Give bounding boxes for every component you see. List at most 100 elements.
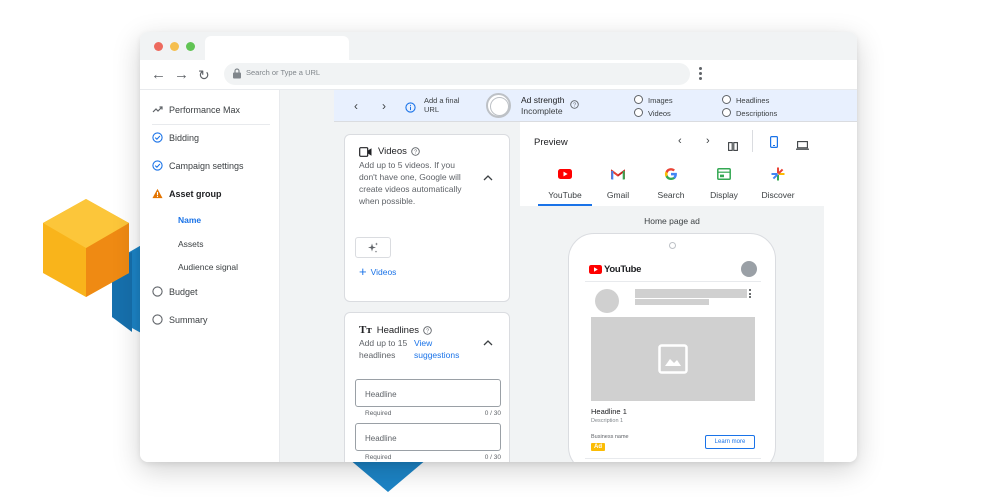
orange-hexagon-decoration (43, 199, 129, 297)
sidebar-item-label: Bidding (169, 132, 200, 143)
forward-arrow-icon[interactable]: → (174, 66, 189, 84)
browser-tab[interactable] (205, 36, 349, 60)
videos-title-text: Videos (378, 146, 407, 157)
tab-search[interactable]: Search (641, 166, 701, 200)
desktop-device-icon[interactable] (796, 137, 809, 155)
preview-canvas: Home page ad YouTube Headline 1 Descript… (520, 206, 824, 462)
chevron-right-icon[interactable]: › (382, 99, 386, 113)
ad-type-label: Home page ad (644, 216, 700, 226)
sidebar-item-label: Budget (169, 286, 198, 297)
close-window-dot[interactable] (154, 42, 163, 51)
tab-youtube[interactable]: YouTube (535, 166, 595, 200)
display-ad-icon (717, 168, 731, 180)
ad-strength-status: Incomplete (521, 106, 563, 116)
videos-card-description: Add up to 5 videos. If you don't have on… (359, 160, 462, 206)
add-videos-label: Videos (370, 267, 397, 277)
sidebar-subitem-name[interactable]: Name (178, 215, 201, 225)
chevron-left-icon[interactable]: ‹ (354, 99, 358, 113)
auto-video-button[interactable] (355, 237, 391, 258)
info-icon (405, 100, 416, 118)
chevron-up-icon[interactable] (483, 173, 493, 184)
channel-avatar-placeholder (595, 289, 619, 313)
sparkle-icon (368, 242, 378, 253)
view-suggestions-link[interactable]: View suggestions (414, 337, 474, 361)
headline-input-2[interactable]: Headline (355, 423, 501, 451)
check-descriptions-radio (722, 108, 731, 117)
check-circle-icon (152, 160, 163, 171)
ad-badge: Ad (591, 443, 605, 451)
sidebar-item-performance-max[interactable]: Performance Max (152, 104, 240, 115)
toolbar-divider (752, 130, 753, 152)
mobile-device-icon[interactable] (770, 135, 779, 153)
app-content: Performance Max Bidding Campaign setting… (140, 90, 857, 462)
asset-form-column: Videos ? Add up to 5 videos. If you don'… (334, 122, 519, 462)
sidebar-item-summary[interactable]: Summary (152, 314, 208, 325)
more-vert-icon[interactable] (699, 67, 703, 81)
ad-strength-ring (486, 93, 511, 118)
videos-card: Videos ? Add up to 5 videos. If you don'… (344, 134, 510, 302)
sidebar-item-campaign-settings[interactable]: Campaign settings (152, 160, 244, 171)
ad-business-name: Business name (591, 434, 629, 440)
tab-gmail[interactable]: Gmail (588, 166, 648, 200)
preview-title: Preview (534, 137, 568, 148)
char-counter: 0 / 30 (484, 454, 501, 461)
headlines-card: Tт Headlines ? Add up to 15 headlines Vi… (344, 312, 510, 462)
chevron-right-icon[interactable]: › (706, 135, 710, 147)
avatar (741, 261, 757, 277)
svg-text:?: ? (414, 150, 417, 156)
headlines-card-title: Tт Headlines ? (359, 324, 432, 336)
required-text: Required (365, 454, 392, 461)
check-videos-radio (634, 108, 643, 117)
reload-icon[interactable]: ↻ (198, 66, 210, 84)
warning-icon (152, 188, 163, 199)
chevron-up-icon[interactable] (483, 338, 493, 349)
check-headlines-label: Headlines (736, 96, 770, 105)
tab-label: YouTube (548, 190, 582, 200)
sidebar-item-bidding[interactable]: Bidding (152, 132, 199, 143)
help-icon[interactable]: ? (570, 96, 579, 114)
sidebar-subitem-assets[interactable]: Assets (178, 239, 204, 249)
sidebar: Performance Max Bidding Campaign setting… (140, 90, 280, 462)
check-videos-label: Videos (648, 109, 671, 118)
help-icon[interactable]: ? (411, 147, 420, 156)
sidebar-item-budget[interactable]: Budget (152, 286, 198, 297)
check-headlines-radio (722, 95, 731, 104)
preview-panel: Preview ‹ › YouTube Gmail Search Display… (520, 122, 857, 462)
sidebar-subitem-audience-signal[interactable]: Audience signal (178, 262, 238, 272)
title-placeholder-bar (635, 289, 747, 298)
plus-icon: + (359, 264, 367, 279)
chevron-left-icon[interactable]: ‹ (678, 135, 682, 147)
learn-more-button[interactable]: Learn more (705, 435, 755, 449)
tab-discover[interactable]: Discover (748, 166, 808, 200)
videos-card-title: Videos ? (359, 146, 420, 157)
browser-window: ← → ↻ Search or Type a URL Performance M… (140, 32, 857, 462)
empty-circle-icon (152, 314, 163, 325)
required-text: Required (365, 410, 392, 417)
headline-input-1[interactable]: Headline (355, 379, 501, 407)
add-videos-button[interactable]: + Videos (359, 264, 397, 279)
youtube-icon (589, 265, 602, 274)
tab-label: Search (657, 190, 685, 200)
more-vert-icon[interactable] (749, 289, 752, 298)
check-images-label: Images (648, 96, 673, 105)
sidebar-item-label: Performance Max (169, 104, 241, 115)
video-camera-icon (359, 146, 372, 157)
help-icon[interactable]: ? (423, 325, 432, 335)
tab-label: Display (710, 190, 738, 200)
back-arrow-icon[interactable]: ← (151, 66, 166, 84)
address-bar[interactable]: Search or Type a URL (224, 63, 690, 85)
discover-star-icon (771, 167, 785, 181)
headline-helper-2: Required 0 / 30 (365, 454, 501, 461)
ad-description: Description 1 (591, 418, 624, 424)
maximize-window-dot[interactable] (186, 42, 195, 51)
youtube-icon (558, 169, 572, 179)
minimize-window-dot[interactable] (170, 42, 179, 51)
tab-display[interactable]: Display (694, 166, 754, 200)
ad-strength-label: Ad strength (521, 95, 565, 105)
sidebar-item-asset-group[interactable]: Asset group (152, 188, 222, 199)
sidebar-item-label: Summary (169, 314, 208, 325)
phone-mockup: YouTube Headline 1 Description 1 Busines… (568, 233, 776, 462)
feed-divider (585, 281, 761, 282)
phone-camera (669, 242, 676, 249)
columns-view-icon[interactable] (728, 138, 738, 156)
